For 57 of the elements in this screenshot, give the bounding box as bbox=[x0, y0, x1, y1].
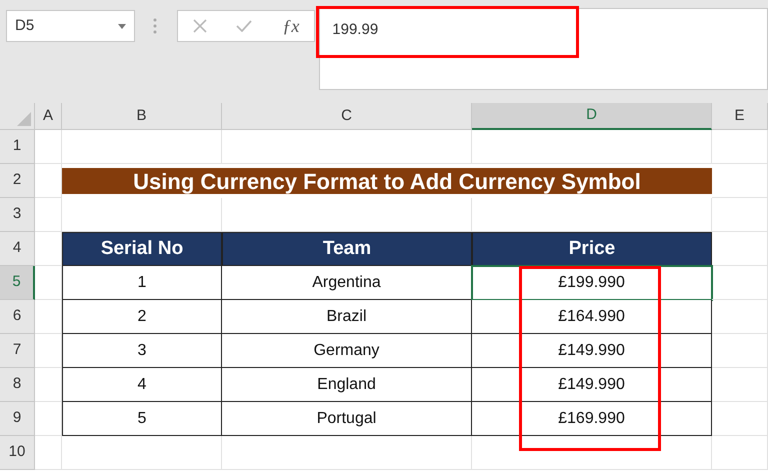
row-header[interactable]: 3 bbox=[0, 198, 35, 232]
grid-cell bbox=[712, 368, 768, 402]
title-banner: Using Currency Format to Add Currency Symbol bbox=[62, 168, 712, 194]
table-cell: England bbox=[222, 368, 472, 402]
table-cell: Portugal bbox=[222, 402, 472, 436]
grid-cell bbox=[35, 436, 62, 470]
row-header[interactable]: 5 bbox=[0, 266, 35, 300]
column-header[interactable]: C bbox=[222, 103, 472, 130]
column-heading: Serial No bbox=[62, 232, 222, 266]
row-header[interactable]: 1 bbox=[0, 130, 35, 164]
row-header[interactable]: 9 bbox=[0, 402, 35, 436]
grid-cell bbox=[712, 198, 768, 232]
grid-cell bbox=[712, 334, 768, 368]
table-cell[interactable]: £149.990 bbox=[472, 334, 712, 368]
table-cell: 1 bbox=[62, 266, 222, 300]
table-cell: Brazil bbox=[222, 300, 472, 334]
grid-cell bbox=[712, 266, 768, 300]
column-header[interactable]: D bbox=[472, 103, 712, 130]
table-cell: 3 bbox=[62, 334, 222, 368]
grid-cell bbox=[712, 300, 768, 334]
column-header[interactable]: A bbox=[35, 103, 62, 130]
grid-cell bbox=[35, 198, 62, 232]
check-icon[interactable] bbox=[236, 20, 252, 32]
table-cell[interactable]: £199.990 bbox=[472, 266, 712, 300]
table-cell: 5 bbox=[62, 402, 222, 436]
row-header[interactable]: 8 bbox=[0, 368, 35, 402]
table-cell[interactable]: £169.990 bbox=[472, 402, 712, 436]
row-header[interactable]: 7 bbox=[0, 334, 35, 368]
row-header[interactable]: 2 bbox=[0, 164, 35, 198]
table-cell: 4 bbox=[62, 368, 222, 402]
grid-cell bbox=[712, 232, 768, 266]
cancel-icon[interactable] bbox=[192, 19, 207, 33]
row-header[interactable]: 4 bbox=[0, 232, 35, 266]
insert-function-button[interactable]: ƒx bbox=[282, 12, 300, 40]
table-cell[interactable]: £149.990 bbox=[472, 368, 712, 402]
grid-cell bbox=[35, 130, 62, 164]
column-header[interactable]: E bbox=[712, 103, 768, 130]
formula-input[interactable]: 199.99 bbox=[319, 8, 768, 90]
grid-cell bbox=[712, 402, 768, 436]
formula-value: 199.99 bbox=[332, 20, 378, 40]
table-cell[interactable]: £164.990 bbox=[472, 300, 712, 334]
table-cell: Germany bbox=[222, 334, 472, 368]
select-all-icon[interactable] bbox=[17, 112, 31, 126]
table-cell: 2 bbox=[62, 300, 222, 334]
column-heading: Price bbox=[472, 232, 712, 266]
name-box[interactable]: D5 bbox=[6, 10, 135, 42]
row-header[interactable]: 6 bbox=[0, 300, 35, 334]
column-heading: Team bbox=[222, 232, 472, 266]
grid-cell bbox=[712, 164, 768, 198]
column-header[interactable]: B bbox=[62, 103, 222, 130]
cell-reference: D5 bbox=[15, 16, 34, 36]
grip-icon bbox=[152, 18, 157, 34]
table-cell: Argentina bbox=[222, 266, 472, 300]
grid-cell bbox=[712, 130, 768, 164]
grid-cell bbox=[712, 436, 768, 470]
row-header[interactable]: 10 bbox=[0, 436, 35, 470]
dropdown-caret-icon[interactable] bbox=[118, 24, 126, 28]
